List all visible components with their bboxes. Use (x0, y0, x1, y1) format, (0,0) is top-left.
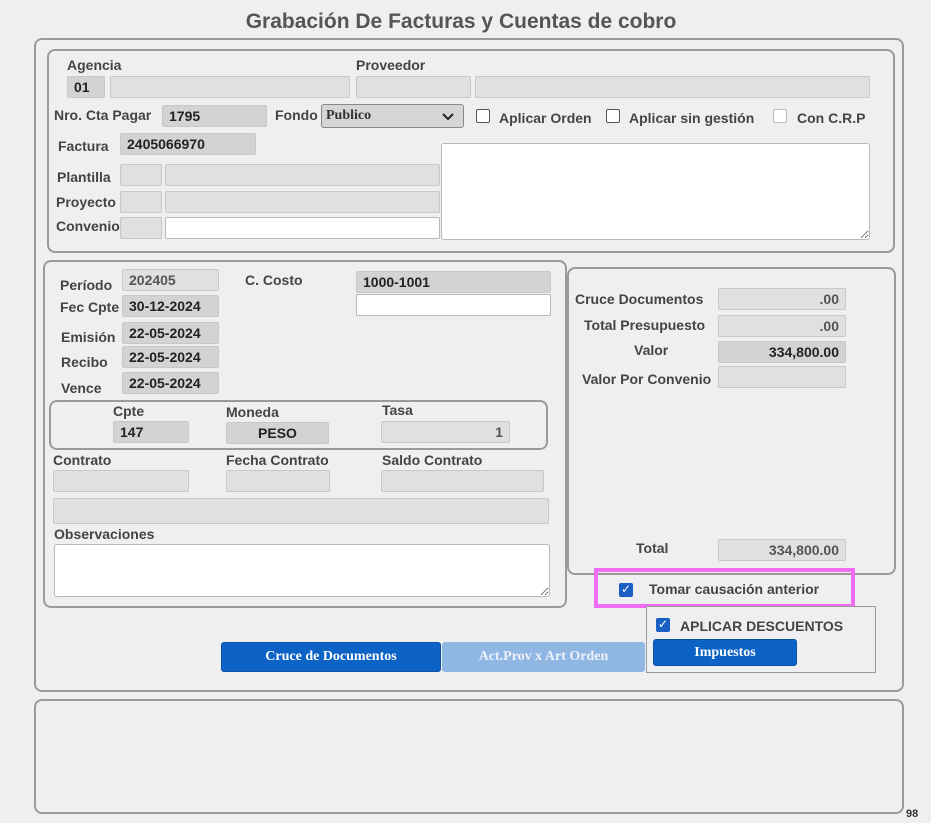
factura-label: Factura (58, 138, 109, 154)
proveedor-name-field[interactable] (475, 76, 870, 98)
cpte-label: Cpte (113, 403, 145, 419)
tomar-causacion-checkbox[interactable]: ✓ (619, 583, 633, 597)
convenio-code-field[interactable] (120, 217, 162, 239)
emision-label: Emisión (61, 329, 116, 345)
proveedor-label: Proveedor (356, 57, 426, 73)
tasa-label: Tasa (382, 402, 413, 418)
tasa-field[interactable]: 1 (381, 421, 510, 443)
page-title: Grabación De Facturas y Cuentas de cobro (245, 10, 677, 33)
observaciones-textarea[interactable] (54, 544, 550, 597)
aplicar-sin-gestion-checkbox[interactable] (606, 109, 620, 123)
convenio-name-field[interactable] (165, 217, 440, 239)
saldo-contrato-field[interactable] (381, 470, 544, 492)
c-costo-name-field[interactable] (356, 294, 551, 316)
vence-field[interactable]: 22-05-2024 (122, 372, 219, 394)
contrato-description-field[interactable] (53, 498, 549, 524)
aplicar-descuentos-label: APLICAR DESCUENTOS (680, 618, 844, 634)
fecha-contrato-label: Fecha Contrato (226, 452, 329, 468)
con-crp-label: Con C.R.P (797, 110, 866, 126)
tomar-causacion-label: Tomar causación anterior (649, 581, 820, 597)
valor-label: Valor (634, 342, 669, 358)
plantilla-name-field[interactable] (165, 164, 440, 186)
fec-cpte-field[interactable]: 30-12-2024 (122, 295, 219, 317)
header-notes-textarea[interactable] (441, 143, 870, 240)
contrato-field[interactable] (53, 470, 189, 492)
fondo-select-value: Publico (326, 108, 372, 123)
factura-field[interactable]: 2405066970 (120, 133, 256, 155)
con-crp-checkbox[interactable] (773, 109, 787, 123)
total-label: Total (636, 540, 669, 556)
c-costo-label: C. Costo (245, 272, 303, 288)
cruce-documentos-label: Cruce Documentos (575, 291, 704, 307)
proyecto-label: Proyecto (56, 194, 116, 210)
proyecto-name-field[interactable] (165, 191, 440, 213)
act-prov-button[interactable]: Act.Prov x Art Orden (442, 642, 645, 672)
cpte-field[interactable]: 147 (113, 421, 189, 443)
c-costo-field[interactable]: 1000-1001 (356, 271, 551, 293)
plantilla-code-field[interactable] (120, 164, 162, 186)
plantilla-label: Plantilla (57, 169, 111, 185)
valor-field[interactable]: 334,800.00 (718, 341, 846, 363)
valor-por-convenio-label: Valor Por Convenio (582, 371, 712, 387)
recibo-field[interactable]: 22-05-2024 (122, 346, 219, 368)
convenio-label: Convenio (56, 218, 120, 234)
recibo-label: Recibo (61, 354, 108, 370)
totals-panel (567, 267, 896, 575)
impuestos-button[interactable]: Impuestos (653, 639, 797, 666)
aplicar-descuentos-checkbox[interactable]: ✓ (656, 618, 670, 632)
periodo-label: Período (60, 277, 113, 293)
vence-label: Vence (61, 380, 102, 396)
fondo-select[interactable]: Publico (321, 104, 464, 128)
aplicar-orden-label: Aplicar Orden (499, 110, 592, 126)
periodo-field[interactable]: 202405 (122, 269, 219, 291)
moneda-field[interactable]: PESO (226, 422, 329, 444)
saldo-contrato-label: Saldo Contrato (382, 452, 483, 468)
aplicar-orden-checkbox[interactable] (476, 109, 490, 123)
agencia-label: Agencia (67, 57, 122, 73)
agencia-code-field[interactable]: 01 (67, 76, 105, 98)
moneda-label: Moneda (226, 404, 279, 420)
emision-field[interactable]: 22-05-2024 (122, 322, 219, 344)
nro-cta-pagar-label: Nro. Cta Pagar (54, 107, 152, 123)
total-presupuesto-label: Total Presupuesto (584, 317, 706, 333)
fondo-label: Fondo (275, 107, 318, 123)
proveedor-code-field[interactable] (356, 76, 471, 98)
aplicar-sin-gestion-label: Aplicar sin gestión (629, 110, 755, 126)
observaciones-label: Observaciones (54, 526, 155, 542)
fec-cpte-label: Fec Cpte (60, 299, 120, 315)
chevron-down-icon (442, 113, 454, 121)
fecha-contrato-field[interactable] (226, 470, 330, 492)
valor-por-convenio-field[interactable] (718, 366, 846, 388)
total-field[interactable]: 334,800.00 (718, 539, 846, 561)
cruce-documentos-button[interactable]: Cruce de Documentos (221, 642, 441, 672)
bottom-panel (34, 699, 904, 814)
page-number: 98 (906, 808, 919, 820)
cruce-documentos-field[interactable]: .00 (718, 288, 846, 310)
proyecto-code-field[interactable] (120, 191, 162, 213)
contrato-label: Contrato (53, 452, 112, 468)
agencia-name-field[interactable] (110, 76, 350, 98)
nro-cta-pagar-field[interactable]: 1795 (162, 105, 267, 127)
total-presupuesto-field[interactable]: .00 (718, 315, 846, 337)
